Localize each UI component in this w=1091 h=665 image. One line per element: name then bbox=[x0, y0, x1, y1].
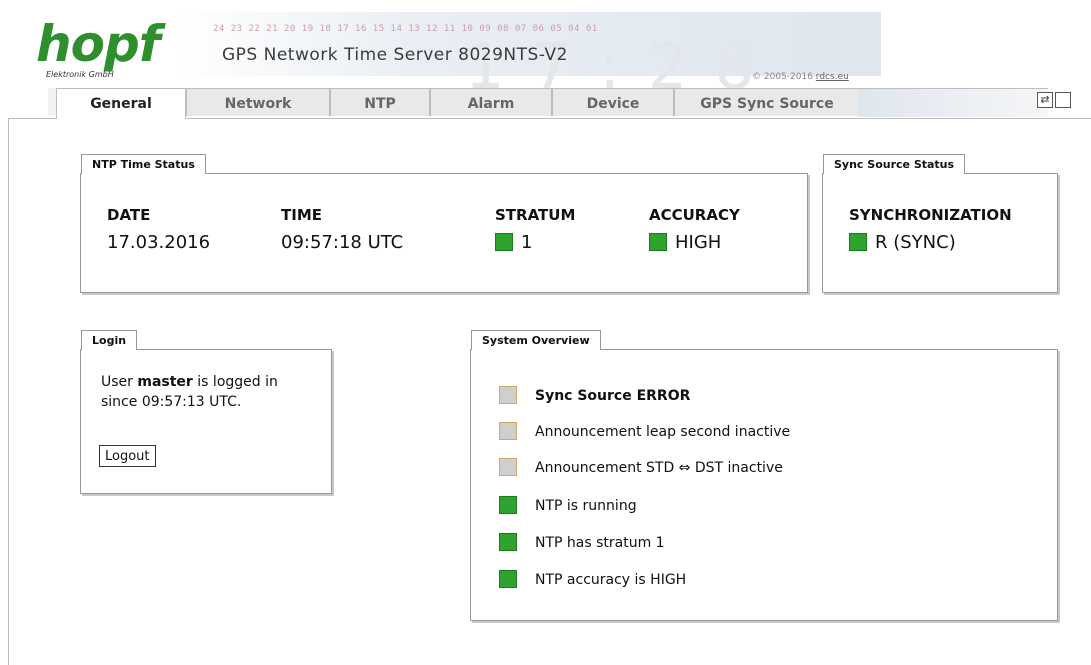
stratum-status-icon bbox=[495, 233, 513, 251]
sync-status-panel: SYNCHRONIZATION R (SYNC) bbox=[822, 173, 1058, 293]
overview-heading: System Overview bbox=[471, 330, 601, 350]
time-label: TIME bbox=[281, 206, 322, 224]
accuracy-status-icon bbox=[649, 233, 667, 251]
page-header: hopf Elektronik GmbH 24 23 22 21 20 19 1… bbox=[0, 0, 1091, 103]
stratum-label: STRATUM bbox=[495, 206, 576, 224]
status-ok-icon bbox=[499, 496, 517, 514]
header-banner: 24 23 22 21 20 19 18 17 16 15 14 13 12 1… bbox=[175, 12, 881, 103]
ntp-status-panel: DATE 17.03.2016 TIME 09:57:18 UTC STRATU… bbox=[80, 173, 808, 293]
status-ok-icon bbox=[499, 533, 517, 551]
overview-item: Sync Source ERROR bbox=[499, 386, 690, 404]
status-inactive-icon bbox=[499, 386, 517, 404]
logo-subtitle: Elektronik GmbH bbox=[46, 70, 114, 79]
refresh-icon[interactable]: ⇄ bbox=[1037, 92, 1053, 108]
logout-button[interactable]: Logout bbox=[99, 445, 156, 467]
rdcs-link[interactable]: rdcs.eu bbox=[816, 72, 849, 82]
window-icon[interactable] bbox=[1055, 92, 1071, 108]
accuracy-value: HIGH bbox=[649, 232, 721, 253]
login-heading: Login bbox=[81, 330, 138, 350]
login-since: since 09:57:13 UTC. bbox=[101, 394, 242, 410]
logged-in-user: master bbox=[137, 374, 193, 390]
sync-status-heading: Sync Source Status bbox=[823, 154, 966, 174]
tab-network[interactable]: Network bbox=[186, 88, 330, 116]
tab-device[interactable]: Device bbox=[552, 88, 674, 116]
overview-item: NTP accuracy is HIGH bbox=[499, 570, 686, 588]
date-label: DATE bbox=[107, 206, 151, 224]
time-value: 09:57:18 UTC bbox=[281, 232, 404, 253]
login-panel: User master is logged in since 09:57:13 … bbox=[80, 349, 332, 494]
sync-label: SYNCHRONIZATION bbox=[849, 206, 1012, 224]
copyright: © 2005-2016 rdcs.eu bbox=[752, 72, 849, 82]
tab-bar: General Network NTP Alarm Device GPS Syn… bbox=[0, 88, 1091, 119]
sync-status-icon bbox=[849, 233, 867, 251]
window-controls: ⇄ bbox=[1037, 92, 1071, 110]
page-title: GPS Network Time Server 8029NTS-V2 bbox=[222, 45, 568, 65]
stratum-value: 1 bbox=[495, 232, 532, 253]
overview-item: NTP is running bbox=[499, 496, 637, 514]
tab-alarm[interactable]: Alarm bbox=[430, 88, 552, 116]
date-value: 17.03.2016 bbox=[107, 232, 211, 253]
ntp-status-heading: NTP Time Status bbox=[81, 154, 206, 174]
sync-text: R (SYNC) bbox=[875, 232, 956, 253]
tab-general[interactable]: General bbox=[56, 88, 186, 119]
overview-item: Announcement leap second inactive bbox=[499, 422, 790, 440]
status-ok-icon bbox=[499, 570, 517, 588]
accuracy-text: HIGH bbox=[675, 232, 722, 253]
status-inactive-icon bbox=[499, 458, 517, 476]
stratum-number: 1 bbox=[521, 232, 533, 253]
sync-value: R (SYNC) bbox=[849, 232, 956, 253]
logo-text: hopf bbox=[36, 15, 160, 73]
login-status-text: User master is logged in since 09:57:13 … bbox=[101, 374, 278, 410]
hopf-logo: hopf Elektronik GmbH bbox=[36, 15, 166, 82]
overview-item: NTP has stratum 1 bbox=[499, 533, 665, 551]
status-inactive-icon bbox=[499, 422, 517, 440]
main-content: NTP Time Status DATE 17.03.2016 TIME 09:… bbox=[8, 118, 1091, 665]
accuracy-label: ACCURACY bbox=[649, 206, 740, 224]
tab-gps-sync-source[interactable]: GPS Sync Source bbox=[674, 88, 860, 116]
tab-ntp[interactable]: NTP bbox=[330, 88, 430, 116]
copyright-text: © 2005-2016 bbox=[752, 72, 813, 82]
system-overview-panel: Sync Source ERROR Announcement leap seco… bbox=[470, 349, 1058, 621]
overview-item: Announcement STD ⇔ DST inactive bbox=[499, 458, 783, 476]
